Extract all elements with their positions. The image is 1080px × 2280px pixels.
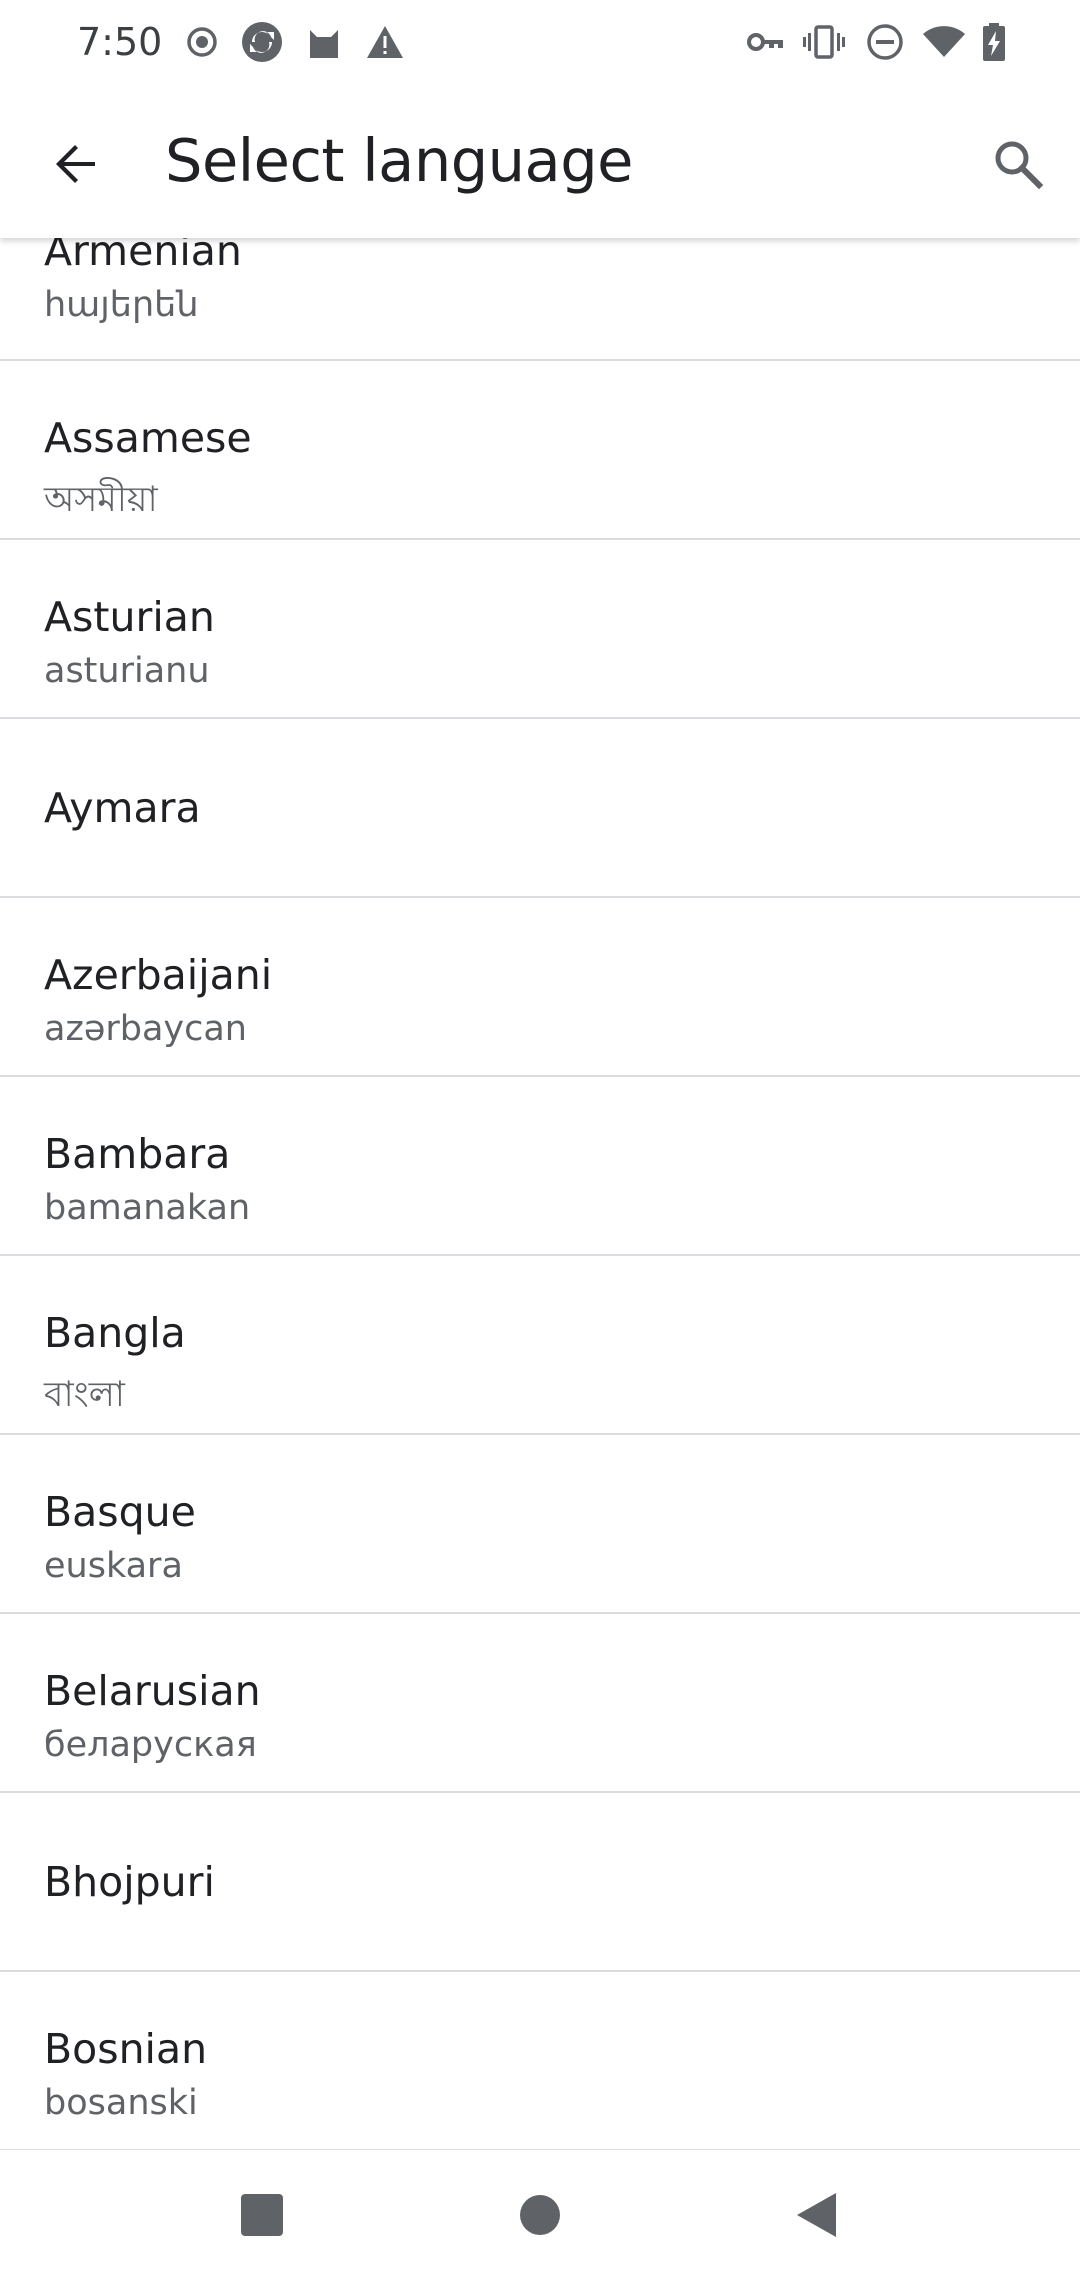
language-name: Bambara xyxy=(44,1130,231,1178)
status-bar: 7:50 xyxy=(0,0,1080,88)
language-native-name: asturianu xyxy=(44,651,210,691)
language-name: Belarusian xyxy=(44,1667,261,1715)
sync-app-icon xyxy=(240,18,284,66)
language-row-bosnian[interactable]: Bosnian bosanski xyxy=(0,1973,1080,2151)
language-name: Bangla xyxy=(44,1309,186,1357)
do-not-disturb-icon xyxy=(863,18,907,66)
search-icon xyxy=(992,138,1044,195)
warning-icon xyxy=(363,18,407,66)
recents-square-icon xyxy=(240,2193,284,2242)
language-native-name: bosanski xyxy=(44,2083,198,2123)
language-name: Asturian xyxy=(44,593,215,641)
language-row-bhojpuri[interactable]: Bhojpuri xyxy=(0,1794,1080,1972)
record-icon xyxy=(180,18,224,66)
language-row-bambara[interactable]: Bambara bamanakan xyxy=(0,1078,1080,1256)
language-native-name: বাংলা xyxy=(44,1375,125,1415)
arrow-back-icon xyxy=(51,139,101,194)
home-button[interactable] xyxy=(490,2172,590,2262)
language-name: Aymara xyxy=(44,784,201,832)
language-row-bangla[interactable]: Bangla বাংলা xyxy=(0,1257,1080,1435)
language-native-name: беларуская xyxy=(44,1725,257,1765)
language-name: Bhojpuri xyxy=(44,1858,215,1906)
page-title: Select language xyxy=(165,126,633,195)
battery-charging-icon xyxy=(972,18,1016,66)
wifi-icon xyxy=(922,18,966,66)
nav-back-button[interactable] xyxy=(766,2172,866,2262)
home-circle-icon xyxy=(518,2193,562,2242)
language-row-basque[interactable]: Basque euskara xyxy=(0,1436,1080,1614)
language-native-name: bamanakan xyxy=(44,1188,251,1228)
back-triangle-icon xyxy=(794,2191,838,2244)
language-name: Bosnian xyxy=(44,2025,208,2073)
search-button[interactable] xyxy=(976,124,1060,208)
language-name: Assamese xyxy=(44,414,252,462)
status-time: 7:50 xyxy=(77,20,163,64)
vpn-key-icon xyxy=(745,18,789,66)
vibrate-icon xyxy=(802,18,846,66)
language-native-name: অসমীয়া xyxy=(44,480,158,520)
language-native-name: հայերեն xyxy=(44,285,199,325)
language-row-asturian[interactable]: Asturian asturianu xyxy=(0,541,1080,719)
language-native-name: azərbaycan xyxy=(44,1009,247,1049)
screen: Armenian հայերեն Assamese অসমীয়া Asturi… xyxy=(0,0,1080,2280)
language-row-aymara[interactable]: Aymara xyxy=(0,720,1080,898)
language-row-belarusian[interactable]: Belarusian беларуская xyxy=(0,1615,1080,1793)
back-button[interactable] xyxy=(36,126,116,206)
language-row-assamese[interactable]: Assamese অসমীয়া xyxy=(0,362,1080,540)
cat-app-icon xyxy=(302,18,346,66)
app-bar: Select language xyxy=(0,88,1080,238)
language-name: Basque xyxy=(44,1488,196,1536)
recents-button[interactable] xyxy=(212,2172,312,2262)
language-native-name: euskara xyxy=(44,1546,183,1586)
navigation-bar xyxy=(0,2150,1080,2280)
language-row-azerbaijani[interactable]: Azerbaijani azərbaycan xyxy=(0,899,1080,1077)
language-name: Azerbaijani xyxy=(44,951,273,999)
